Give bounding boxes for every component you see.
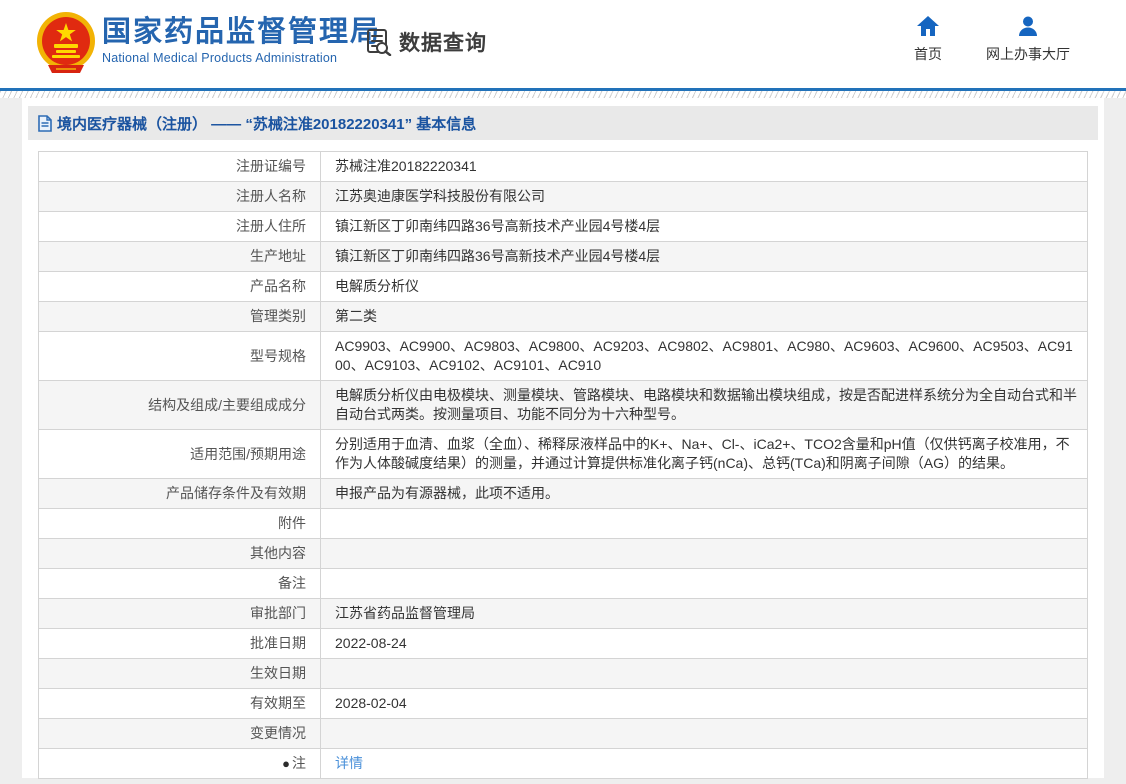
row-label: 审批部门 <box>39 599 321 629</box>
table-row: 其他内容 <box>39 539 1088 569</box>
row-value <box>321 659 1088 689</box>
page-title-bar: 境内医疗器械（注册） —— “苏械注准20182220341” 基本信息 <box>28 106 1098 140</box>
row-value: 电解质分析仪 <box>321 272 1088 302</box>
national-emblem-logo <box>34 11 98 77</box>
brand-name-cn: 国家药品监督管理局 <box>102 16 381 48</box>
table-row: 附件 <box>39 509 1088 539</box>
site-header: 国家药品监督管理局 National Medical Products Admi… <box>0 0 1126 88</box>
row-value: 江苏省药品监督管理局 <box>321 599 1088 629</box>
data-query-label: 数据查询 <box>399 27 487 57</box>
row-value: 电解质分析仪由电极模块、测量模块、管路模块、电路模块和数据输出模块组成，按是否配… <box>321 381 1088 430</box>
row-label: 产品储存条件及有效期 <box>39 479 321 509</box>
hatch-stripe <box>0 91 1126 98</box>
row-value: 镇江新区丁卯南纬四路36号高新技术产业园4号楼4层 <box>321 212 1088 242</box>
row-label: 有效期至 <box>39 689 321 719</box>
table-row: 变更情况 <box>39 719 1088 749</box>
row-label: 附件 <box>39 509 321 539</box>
row-label: 备注 <box>39 569 321 599</box>
table-row: 管理类别第二类 <box>39 302 1088 332</box>
row-value: 第二类 <box>321 302 1088 332</box>
table-row: 产品名称电解质分析仪 <box>39 272 1088 302</box>
table-row: 注册证编号苏械注准20182220341 <box>39 152 1088 182</box>
row-label: 注册人名称 <box>39 182 321 212</box>
user-icon <box>1016 14 1040 38</box>
info-table-wrapper: 注册证编号苏械注准20182220341注册人名称江苏奥迪康医学科技股份有限公司… <box>38 151 1088 779</box>
row-value: 申报产品为有源器械，此项不适用。 <box>321 479 1088 509</box>
row-value: 镇江新区丁卯南纬四路36号高新技术产业园4号楼4层 <box>321 242 1088 272</box>
top-nav: 首页 网上办事大厅 <box>914 14 1070 64</box>
row-label: ●注 <box>39 749 321 779</box>
row-value: 江苏奥迪康医学科技股份有限公司 <box>321 182 1088 212</box>
info-table: 注册证编号苏械注准20182220341注册人名称江苏奥迪康医学科技股份有限公司… <box>38 151 1088 779</box>
table-row: 审批部门江苏省药品监督管理局 <box>39 599 1088 629</box>
page-title: 境内医疗器械（注册） —— “苏械注准20182220341” 基本信息 <box>57 113 476 134</box>
table-row: 适用范围/预期用途分别适用于血清、血浆（全血）、稀释尿液样品中的K+、Na+、C… <box>39 430 1088 479</box>
document-icon <box>38 115 52 132</box>
data-query-section[interactable]: 数据查询 <box>365 27 487 57</box>
row-label: 产品名称 <box>39 272 321 302</box>
row-value <box>321 719 1088 749</box>
row-label: 批准日期 <box>39 629 321 659</box>
row-value: 详情 <box>321 749 1088 779</box>
row-label: 变更情况 <box>39 719 321 749</box>
nav-service-hall[interactable]: 网上办事大厅 <box>986 14 1070 64</box>
table-row: 型号规格AC9903、AC9900、AC9803、AC9800、AC9203、A… <box>39 332 1088 381</box>
row-label: 生产地址 <box>39 242 321 272</box>
table-row: 生效日期 <box>39 659 1088 689</box>
row-value: 苏械注准20182220341 <box>321 152 1088 182</box>
table-row: 产品储存条件及有效期申报产品为有源器械，此项不适用。 <box>39 479 1088 509</box>
table-row: 注册人住所镇江新区丁卯南纬四路36号高新技术产业园4号楼4层 <box>39 212 1088 242</box>
table-row: 备注 <box>39 569 1088 599</box>
home-icon <box>916 14 940 38</box>
table-row: 批准日期2022-08-24 <box>39 629 1088 659</box>
row-label: 其他内容 <box>39 539 321 569</box>
row-value: AC9903、AC9900、AC9803、AC9800、AC9203、AC980… <box>321 332 1088 381</box>
brand-name-en: National Medical Products Administration <box>102 51 381 65</box>
brand-block: 国家药品监督管理局 National Medical Products Admi… <box>102 16 381 65</box>
main-area: 境内医疗器械（注册） —— “苏械注准20182220341” 基本信息 注册证… <box>0 98 1126 784</box>
row-label: 结构及组成/主要组成成分 <box>39 381 321 430</box>
table-row: ●注详情 <box>39 749 1088 779</box>
row-label: 生效日期 <box>39 659 321 689</box>
row-label: 适用范围/预期用途 <box>39 430 321 479</box>
table-row: 生产地址镇江新区丁卯南纬四路36号高新技术产业园4号楼4层 <box>39 242 1088 272</box>
note-bullet-icon: ● <box>282 756 290 771</box>
table-row: 注册人名称江苏奥迪康医学科技股份有限公司 <box>39 182 1088 212</box>
detail-link[interactable]: 详情 <box>335 755 363 771</box>
table-row: 结构及组成/主要组成成分电解质分析仪由电极模块、测量模块、管路模块、电路模块和数… <box>39 381 1088 430</box>
nav-home[interactable]: 首页 <box>914 14 942 64</box>
row-value <box>321 509 1088 539</box>
table-row: 有效期至2028-02-04 <box>39 689 1088 719</box>
nav-service-hall-label: 网上办事大厅 <box>986 44 1070 64</box>
row-value <box>321 569 1088 599</box>
row-label: 型号规格 <box>39 332 321 381</box>
nav-home-label: 首页 <box>914 44 942 64</box>
row-label: 注册证编号 <box>39 152 321 182</box>
row-label: 管理类别 <box>39 302 321 332</box>
document-search-icon <box>365 28 393 56</box>
row-label: 注册人住所 <box>39 212 321 242</box>
row-value: 2022-08-24 <box>321 629 1088 659</box>
row-value: 2028-02-04 <box>321 689 1088 719</box>
row-value: 分别适用于血清、血浆（全血）、稀释尿液样品中的K+、Na+、Cl-、iCa2+、… <box>321 430 1088 479</box>
content-panel: 境内医疗器械（注册） —— “苏械注准20182220341” 基本信息 注册证… <box>22 98 1104 778</box>
row-value <box>321 539 1088 569</box>
